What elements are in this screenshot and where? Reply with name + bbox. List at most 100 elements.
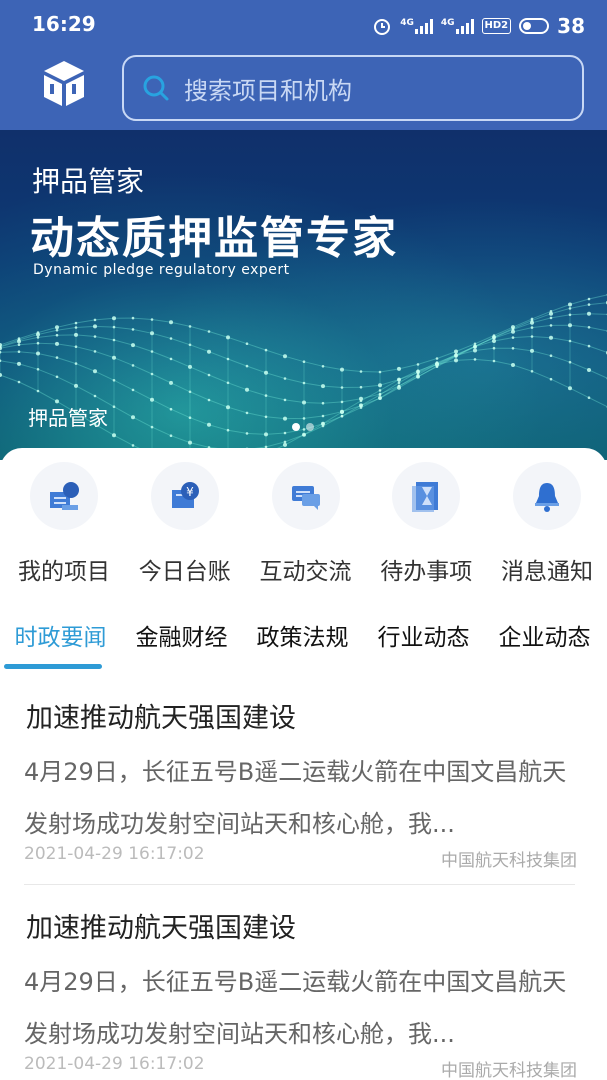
hd-voice-icon: HD2 bbox=[481, 18, 512, 34]
tab-policy[interactable]: 政策法规 bbox=[242, 600, 363, 674]
wave-dot bbox=[359, 370, 363, 373]
news-list: 加速推动航天强国建设 4月29日，长征五号B遥二运载火箭在中国文昌航天发射场成功… bbox=[0, 690, 607, 1080]
wave-dot bbox=[55, 328, 59, 332]
tab-enterprise[interactable]: 企业动态 bbox=[484, 600, 605, 674]
wave-dot bbox=[530, 326, 534, 329]
wave-dot bbox=[549, 354, 553, 357]
quick-icon-wrap bbox=[513, 462, 581, 530]
tab-industry[interactable]: 行业动态 bbox=[363, 600, 484, 674]
news-title: 加速推动航天强国建设 bbox=[26, 913, 296, 944]
wave-dot bbox=[112, 316, 116, 321]
promo-banner[interactable]: 押品管家 动态质押监管专家 Dynamic pledge regulatory … bbox=[0, 130, 607, 460]
wave-dot bbox=[321, 424, 325, 428]
wave-dot bbox=[435, 357, 439, 360]
banner-dot-2[interactable] bbox=[306, 423, 314, 431]
bell-icon bbox=[535, 483, 559, 512]
wave-dot bbox=[568, 313, 572, 317]
news-summary: 4月29日，长征五号B遥二运载火箭在中国文昌航天发射场成功发射空间站天和核心舱，… bbox=[24, 758, 567, 838]
wave-dot bbox=[568, 339, 572, 343]
wave-dot bbox=[359, 399, 363, 403]
quick-today-ledger[interactable]: ¥ 今日台账 bbox=[129, 462, 241, 598]
wave-dot bbox=[169, 407, 173, 411]
wave-dot bbox=[587, 368, 591, 372]
wave-dot bbox=[245, 342, 249, 345]
wave-dot bbox=[226, 428, 230, 432]
wave-dot bbox=[397, 381, 401, 384]
wave-dot bbox=[264, 415, 268, 419]
quick-notifications[interactable]: 消息通知 bbox=[491, 462, 603, 598]
wave-dot bbox=[264, 394, 268, 397]
wave-dot bbox=[473, 348, 477, 353]
wave-dot bbox=[245, 432, 249, 435]
quick-todo[interactable]: 待办事项 bbox=[370, 462, 482, 598]
wave-dot bbox=[283, 354, 287, 359]
wave-dot bbox=[359, 403, 363, 408]
banner-pagination[interactable] bbox=[292, 423, 314, 431]
wave-dot bbox=[587, 344, 591, 348]
wave-dot bbox=[549, 324, 553, 327]
banner-dot-1[interactable] bbox=[292, 423, 300, 431]
wave-dot bbox=[340, 386, 344, 389]
quick-entry-grid: 我的项目 ¥ 今日台账 互动交流 待办事项 消息通知 bbox=[0, 448, 607, 598]
wave-dot bbox=[454, 354, 458, 357]
wave-dot bbox=[93, 369, 97, 374]
wave-dot bbox=[283, 440, 287, 444]
wave-dot bbox=[283, 398, 287, 402]
status-time: 16:29 bbox=[32, 12, 96, 36]
wave-dot bbox=[74, 362, 78, 365]
chat-icon bbox=[291, 486, 320, 510]
wave-line bbox=[0, 294, 607, 373]
wave-dot bbox=[93, 335, 97, 338]
wave-dot bbox=[150, 397, 154, 402]
battery-level: 38 bbox=[557, 14, 585, 38]
wave-dot bbox=[150, 372, 154, 376]
wave-dot bbox=[321, 422, 325, 425]
wave-dot bbox=[568, 323, 572, 328]
project-icon bbox=[50, 482, 79, 510]
quick-my-projects[interactable]: 我的项目 bbox=[8, 462, 120, 598]
tab-finance[interactable]: 金融财经 bbox=[121, 600, 242, 674]
wave-dot bbox=[378, 396, 382, 400]
wave-dot bbox=[207, 398, 211, 402]
wave-dot bbox=[511, 329, 515, 334]
wave-dot bbox=[226, 405, 230, 410]
news-item[interactable]: 加速推动航天强国建设 4月29日，长征五号B遥二运载火箭在中国文昌航天发射场成功… bbox=[0, 900, 607, 1080]
news-summary: 4月29日，长征五号B遥二运载火箭在中国文昌航天发射场成功发射空间站天和核心舱，… bbox=[24, 968, 567, 1048]
wave-dot bbox=[36, 341, 40, 345]
wave-dot bbox=[340, 367, 344, 372]
wave-dot bbox=[473, 358, 477, 361]
news-item[interactable]: 加速推动航天强国建设 4月29日，长征五号B遥二运载火箭在中国文昌航天发射场成功… bbox=[0, 690, 607, 900]
wave-dot bbox=[74, 345, 78, 348]
wave-dot bbox=[321, 401, 325, 405]
wave-dot bbox=[17, 343, 21, 346]
wave-dot bbox=[150, 331, 154, 336]
wave-dot bbox=[511, 347, 515, 350]
ledger-icon: ¥ bbox=[171, 482, 199, 508]
wave-dot bbox=[587, 297, 591, 301]
wave-dot bbox=[511, 363, 515, 367]
banner-title: 动态质押监管专家 bbox=[30, 213, 398, 264]
wave-dot bbox=[112, 325, 116, 329]
tab-current-affairs[interactable]: 时政要闻 bbox=[0, 600, 121, 674]
wave-dot bbox=[321, 414, 325, 418]
quick-interaction[interactable]: 互动交流 bbox=[250, 462, 362, 598]
wave-dot bbox=[340, 414, 344, 418]
search-box[interactable]: 搜索项目和机构 bbox=[122, 55, 584, 121]
wave-dot bbox=[226, 357, 230, 361]
wave-dot bbox=[55, 325, 59, 330]
signal-2-icon: 4G bbox=[441, 18, 474, 34]
wave-dot bbox=[549, 311, 553, 316]
quick-label: 消息通知 bbox=[501, 559, 593, 585]
divider bbox=[24, 884, 575, 885]
wave-dot bbox=[112, 379, 116, 382]
wave-dot bbox=[245, 387, 249, 392]
wave-dot bbox=[150, 425, 154, 429]
wave-dot bbox=[36, 336, 40, 339]
signal-1-icon: 4G bbox=[400, 18, 433, 34]
wave-dot bbox=[416, 369, 420, 372]
search-icon bbox=[143, 75, 169, 101]
wave-dot bbox=[55, 333, 59, 337]
wave-dot bbox=[36, 368, 40, 371]
wave-dot bbox=[36, 332, 40, 337]
quick-label: 今日台账 bbox=[138, 559, 231, 585]
